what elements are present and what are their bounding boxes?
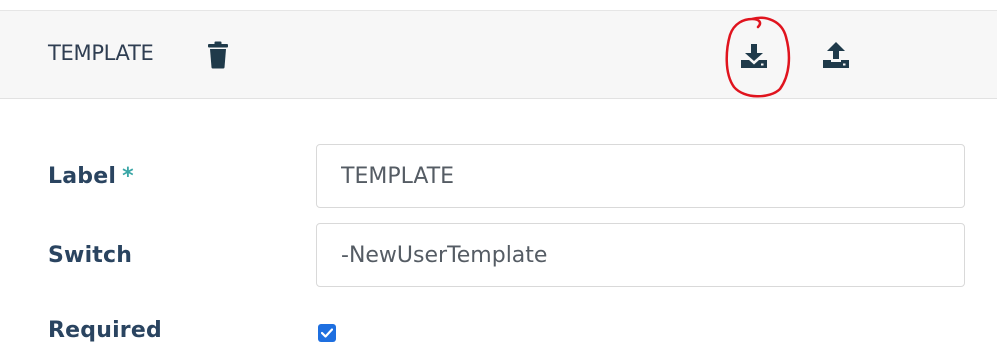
required-field-label: Required: [48, 318, 162, 343]
template-panel: TEMPLATE Label * TEMPLATE Switch -NewUse…: [0, 0, 997, 360]
panel-header: TEMPLATE: [0, 10, 997, 99]
switch-input[interactable]: [316, 223, 965, 287]
upload-icon: [823, 42, 849, 68]
label-input[interactable]: [316, 144, 965, 208]
trash-icon: [208, 41, 228, 69]
download-icon: [741, 44, 767, 68]
switch-field-label: Switch: [48, 243, 133, 268]
delete-button[interactable]: [205, 39, 231, 71]
download-button[interactable]: [738, 41, 770, 71]
required-checkbox[interactable]: [318, 324, 336, 342]
label-field-label-text: Label: [48, 164, 117, 189]
upload-button[interactable]: [820, 39, 852, 71]
required-asterisk: *: [122, 164, 134, 189]
label-field-label: Label *: [48, 164, 134, 189]
checkmark-icon: [321, 328, 333, 338]
panel-title: TEMPLATE: [48, 41, 154, 65]
